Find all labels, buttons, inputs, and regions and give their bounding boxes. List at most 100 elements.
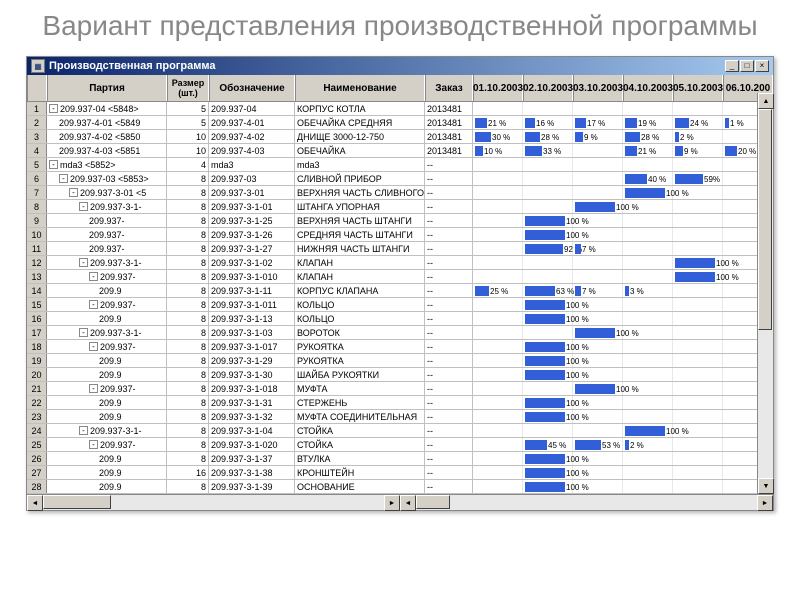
- tree-toggle-icon[interactable]: -: [79, 202, 88, 211]
- table-row[interactable]: 13-209.937-8209.937-3-1-010КЛАПАН--100 %: [27, 270, 773, 284]
- maximize-button[interactable]: □: [740, 60, 754, 72]
- party-cell[interactable]: -209.937-: [47, 438, 167, 451]
- table-row[interactable]: 5-mda3 <5852>4mda3mda3--: [27, 158, 773, 172]
- table-row[interactable]: 18-209.937-8209.937-3-1-017РУКОЯТКА--100…: [27, 340, 773, 354]
- gantt-bar[interactable]: 19 %: [625, 118, 637, 128]
- party-cell[interactable]: 209.937-: [47, 228, 167, 241]
- header-order[interactable]: Заказ: [425, 75, 473, 101]
- gantt-bar[interactable]: 16 %: [525, 118, 535, 128]
- gantt-bar[interactable]: 100 %: [625, 188, 665, 198]
- gantt-bar[interactable]: 24 %: [675, 118, 689, 128]
- gantt-bar[interactable]: 33 %: [525, 146, 542, 156]
- gantt-bar[interactable]: 9 %: [675, 146, 683, 156]
- gantt-bar[interactable]: 2 %: [625, 440, 629, 450]
- party-cell[interactable]: -209.937-04 <5848>: [47, 102, 167, 115]
- gantt-bar[interactable]: 100 %: [525, 314, 565, 324]
- party-cell[interactable]: 209.937-4-02 <5850: [47, 130, 167, 143]
- gantt-bar[interactable]: 30 %: [475, 132, 491, 142]
- party-cell[interactable]: -209.937-: [47, 298, 167, 311]
- header-party[interactable]: Партия: [47, 75, 167, 101]
- tree-toggle-icon[interactable]: -: [79, 328, 88, 337]
- gantt-bar[interactable]: 28 %: [625, 132, 640, 142]
- table-row[interactable]: 4209.937-4-03 <585110209.937-4-03ОБЕЧАЙК…: [27, 144, 773, 158]
- gantt-bar[interactable]: 100 %: [525, 454, 565, 464]
- tree-toggle-icon[interactable]: -: [79, 426, 88, 435]
- gantt-bar[interactable]: 25 %: [475, 286, 489, 296]
- gantt-bar[interactable]: 28 %: [525, 132, 540, 142]
- vertical-scrollbar[interactable]: ▲ ▼: [757, 93, 773, 494]
- party-cell[interactable]: 209.9: [47, 368, 167, 381]
- table-row[interactable]: 9209.937-8209.937-3-1-25ВЕРХНЯЯ ЧАСТЬ ШТ…: [27, 214, 773, 228]
- gantt-bar[interactable]: 59%: [675, 174, 703, 184]
- scroll-down-button[interactable]: ▼: [758, 478, 774, 494]
- table-row[interactable]: 14209.98209.937-3-1-11КОРПУС КЛАПАНА--25…: [27, 284, 773, 298]
- scroll-left-button-2[interactable]: ◄: [400, 495, 416, 511]
- table-row[interactable]: 2209.937-4-01 <58495209.937-4-01ОБЕЧАЙКА…: [27, 116, 773, 130]
- tree-toggle-icon[interactable]: -: [89, 300, 98, 309]
- party-cell[interactable]: 209.9: [47, 466, 167, 479]
- party-cell[interactable]: -mda3 <5852>: [47, 158, 167, 171]
- gantt-bar[interactable]: 9 %: [575, 132, 583, 142]
- scroll-thumb-v[interactable]: [758, 109, 772, 330]
- horizontal-scrollbar[interactable]: ◄ ► ◄ ►: [27, 494, 773, 510]
- table-row[interactable]: 24-209.937-3-1-8209.937-3-1-04СТОЙКА--10…: [27, 424, 773, 438]
- header-date-0[interactable]: 01.10.2003: [473, 75, 523, 101]
- table-row[interactable]: 6-209.937-03 <5853>8209.937-03СЛИВНОЙ ПР…: [27, 172, 773, 186]
- gantt-bar[interactable]: 7 %: [575, 244, 581, 254]
- tree-toggle-icon[interactable]: -: [59, 174, 68, 183]
- party-cell[interactable]: 209.9: [47, 410, 167, 423]
- table-row[interactable]: 22209.98209.937-3-1-31СТЕРЖЕНЬ--100 %: [27, 396, 773, 410]
- header-designation[interactable]: Обозначение: [209, 75, 295, 101]
- party-cell[interactable]: 209.9: [47, 452, 167, 465]
- gantt-bar[interactable]: 63 %: [525, 286, 555, 296]
- party-cell[interactable]: 209.9: [47, 396, 167, 409]
- tree-toggle-icon[interactable]: -: [89, 272, 98, 281]
- gantt-bar[interactable]: 100 %: [675, 272, 715, 282]
- header-date-1[interactable]: 02.10.2003: [523, 75, 573, 101]
- party-cell[interactable]: -209.937-3-1-: [47, 200, 167, 213]
- table-row[interactable]: 12-209.937-3-1-8209.937-3-1-02КЛАПАН--10…: [27, 256, 773, 270]
- scroll-left-button[interactable]: ◄: [27, 495, 43, 511]
- gantt-bar[interactable]: 100 %: [575, 328, 615, 338]
- gantt-bar[interactable]: 100 %: [525, 398, 565, 408]
- gantt-bar[interactable]: 45 %: [525, 440, 547, 450]
- gantt-bar[interactable]: 100 %: [525, 412, 565, 422]
- gantt-bar[interactable]: 100 %: [525, 230, 565, 240]
- table-row[interactable]: 10209.937-8209.937-3-1-26СРЕДНЯЯ ЧАСТЬ Ш…: [27, 228, 773, 242]
- party-cell[interactable]: -209.937-3-1-: [47, 424, 167, 437]
- table-row[interactable]: 26209.98209.937-3-1-37ВТУЛКА--100 %: [27, 452, 773, 466]
- party-cell[interactable]: -209.937-: [47, 340, 167, 353]
- table-row[interactable]: 28209.98209.937-3-1-39ОСНОВАНИЕ--100 %: [27, 480, 773, 494]
- header-date-4[interactable]: 05.10.2003: [673, 75, 723, 101]
- tree-toggle-icon[interactable]: -: [79, 258, 88, 267]
- party-cell[interactable]: -209.937-3-01 <5: [47, 186, 167, 199]
- tree-toggle-icon[interactable]: -: [49, 160, 58, 169]
- party-cell[interactable]: 209.937-: [47, 214, 167, 227]
- party-cell[interactable]: -209.937-: [47, 270, 167, 283]
- party-cell[interactable]: 209.937-4-01 <5849: [47, 116, 167, 129]
- gantt-bar[interactable]: 100 %: [525, 370, 565, 380]
- tree-toggle-icon[interactable]: -: [49, 104, 58, 113]
- party-cell[interactable]: -209.937-03 <5853>: [47, 172, 167, 185]
- table-row[interactable]: 11209.937-8209.937-3-1-27НИЖНЯЯ ЧАСТЬ ШТ…: [27, 242, 773, 256]
- header-name[interactable]: Наименование: [295, 75, 425, 101]
- table-row[interactable]: 16209.98209.937-3-1-13КОЛЬЦО--100 %: [27, 312, 773, 326]
- tree-toggle-icon[interactable]: -: [89, 384, 98, 393]
- header-size[interactable]: Размер (шт.): [167, 75, 209, 101]
- table-row[interactable]: 20209.98209.937-3-1-30ШАЙБА РУКОЯТКИ--10…: [27, 368, 773, 382]
- gantt-bar[interactable]: 40 %: [625, 174, 647, 184]
- party-cell[interactable]: -209.937-: [47, 382, 167, 395]
- gantt-bar[interactable]: 21 %: [475, 118, 487, 128]
- table-row[interactable]: 19209.98209.937-3-1-29РУКОЯТКА--100 %: [27, 354, 773, 368]
- tree-toggle-icon[interactable]: -: [89, 342, 98, 351]
- party-cell[interactable]: 209.9: [47, 480, 167, 493]
- scroll-right-button-2[interactable]: ►: [757, 495, 773, 511]
- gantt-bar[interactable]: 7 %: [575, 286, 581, 296]
- gantt-bar[interactable]: 53 %: [575, 440, 601, 450]
- table-row[interactable]: 23209.98209.937-3-1-32МУФТА СОЕДИНИТЕЛЬН…: [27, 410, 773, 424]
- party-cell[interactable]: -209.937-3-1-: [47, 256, 167, 269]
- party-cell[interactable]: 209.937-4-03 <5851: [47, 144, 167, 157]
- gantt-bar[interactable]: 92 %: [525, 244, 563, 254]
- table-row[interactable]: 15-209.937-8209.937-3-1-011КОЛЬЦО--100 %: [27, 298, 773, 312]
- gantt-bar[interactable]: 2 %: [675, 132, 679, 142]
